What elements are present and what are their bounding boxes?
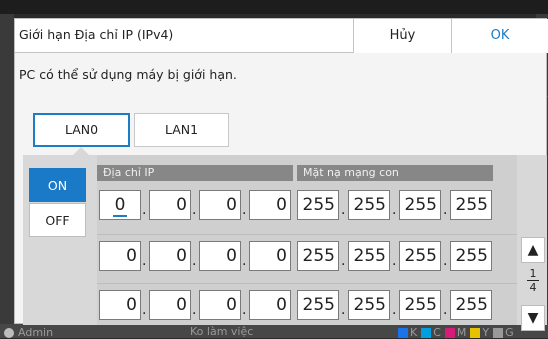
mask-octet-field[interactable]: 255: [450, 190, 492, 220]
mask-octet-field[interactable]: 255: [297, 290, 339, 320]
off-button[interactable]: OFF: [29, 203, 86, 237]
octet-separator: .: [443, 253, 448, 269]
ip-octet-field[interactable]: 0: [249, 190, 291, 220]
mask-octet-field[interactable]: 255: [450, 241, 492, 271]
octet-separator: .: [142, 253, 147, 269]
mask-octet-field[interactable]: 255: [348, 190, 390, 220]
cancel-button[interactable]: Hủy: [353, 19, 451, 53]
octet-separator: .: [242, 253, 247, 269]
table-row: 0 . 0 . 0 . 0 255 . 255 . 255 . 255: [97, 235, 517, 279]
pager: ▲ 1 4 ▼: [519, 155, 547, 331]
ip-octet-field[interactable]: 0: [149, 290, 191, 320]
mask-octet-field[interactable]: 255: [297, 190, 339, 220]
ink-m-icon: [444, 327, 455, 338]
mask-octet-field[interactable]: 255: [348, 290, 390, 320]
octet-separator: .: [392, 253, 397, 269]
status-user-name: Admin: [18, 326, 54, 339]
dialog-titlebar: Giới hạn Địa chỉ IP (IPv4) Hủy OK: [15, 19, 548, 53]
tab-lan1[interactable]: LAN1: [134, 113, 229, 147]
page-total: 4: [529, 281, 537, 294]
on-button[interactable]: ON: [29, 168, 86, 202]
ink-y-icon: [470, 327, 481, 338]
octet-separator: .: [392, 302, 397, 318]
ink-c-icon: [421, 327, 432, 338]
dialog-description: PC có thể sử dụng máy bị giới hạn.: [19, 67, 237, 82]
page-indicator: 1 4: [521, 267, 545, 294]
ok-button[interactable]: OK: [451, 19, 548, 53]
background-left-strip: [0, 14, 14, 324]
ip-octet-field[interactable]: 0: [99, 241, 141, 271]
ip-restriction-dialog: Giới hạn Địa chỉ IP (IPv4) Hủy OK PC có …: [14, 18, 548, 331]
octet-separator: .: [142, 302, 147, 318]
scroll-down-button[interactable]: ▼: [521, 305, 545, 331]
octet-separator: .: [392, 202, 397, 218]
octet-separator: .: [341, 302, 346, 318]
octet-separator: .: [242, 202, 247, 218]
octet-separator: .: [341, 253, 346, 269]
ip-octet-field[interactable]: 0: [149, 241, 191, 271]
user-icon: [4, 328, 14, 338]
ip-octet-field[interactable]: 0: [99, 190, 141, 220]
mask-octet-field[interactable]: 255: [450, 290, 492, 320]
ip-octet-field[interactable]: 0: [249, 290, 291, 320]
octet-separator: .: [341, 202, 346, 218]
octet-separator: .: [443, 202, 448, 218]
dialog-title: Giới hạn Địa chỉ IP (IPv4): [19, 27, 174, 42]
table-row: 0 . 0 . 0 . 0 255 . 255 . 255 . 255: [97, 284, 517, 328]
octet-separator: .: [142, 202, 147, 218]
ink-g-icon: [493, 327, 504, 338]
ink-k-icon: [398, 327, 408, 338]
triangle-down-icon: ▼: [527, 310, 539, 326]
ip-octet-field[interactable]: 0: [199, 290, 241, 320]
table-row: 0 . 0 . 0 . 0 255 . 255 . 255 . 255: [97, 184, 517, 228]
octet-separator: .: [192, 253, 197, 269]
scroll-up-button[interactable]: ▲: [521, 237, 545, 263]
mask-octet-field[interactable]: 255: [399, 290, 441, 320]
ip-address-header: Địa chỉ IP: [97, 165, 293, 181]
mask-octet-field[interactable]: 255: [348, 241, 390, 271]
tab-lan0[interactable]: LAN0: [33, 113, 130, 147]
mask-octet-field[interactable]: 255: [297, 241, 339, 271]
mask-octet-field[interactable]: 255: [399, 241, 441, 271]
ip-octet-field[interactable]: 0: [149, 190, 191, 220]
page-current: 1: [529, 267, 537, 280]
octet-separator: .: [242, 302, 247, 318]
subnet-mask-header: Mặt nạ mạng con: [297, 165, 493, 181]
background-top-bar: [0, 0, 548, 14]
status-user: Admin: [4, 326, 53, 339]
ip-octet-field[interactable]: 0: [249, 241, 291, 271]
octet-separator: .: [443, 302, 448, 318]
triangle-up-icon: ▲: [527, 242, 539, 258]
ip-octet-field[interactable]: 0: [199, 241, 241, 271]
tab-content: ON OFF Địa chỉ IP Mặt nạ mạng con 0 . 0 …: [23, 155, 547, 331]
ip-octet-field[interactable]: 0: [99, 290, 141, 320]
ip-octet-value: 0: [112, 195, 128, 217]
ip-octet-field[interactable]: 0: [199, 190, 241, 220]
octet-separator: .: [192, 302, 197, 318]
ip-restriction-table: Địa chỉ IP Mặt nạ mạng con 0 . 0 . 0 . 0…: [97, 155, 517, 325]
mask-octet-field[interactable]: 255: [399, 190, 441, 220]
octet-separator: .: [192, 202, 197, 218]
